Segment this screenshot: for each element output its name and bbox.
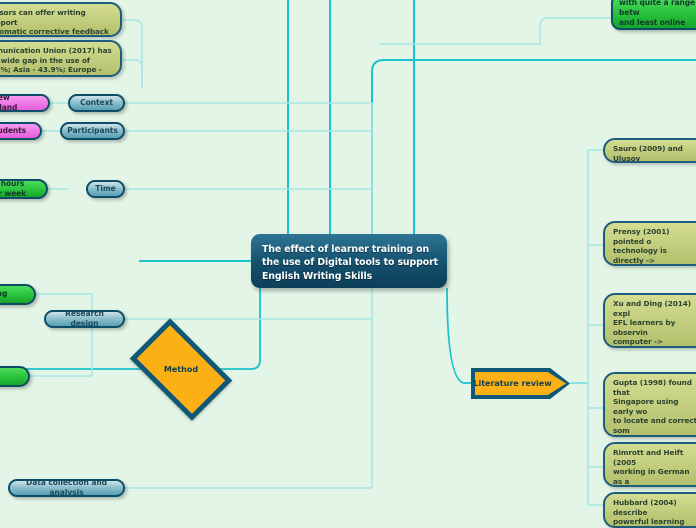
branch-method-label: Method: [163, 365, 199, 374]
connector-note-itu: [122, 59, 143, 88]
note-xu-ding[interactable]: Xu and Ding (2014) expl EFL learners by …: [603, 293, 696, 348]
branch-literature-review-label: Literature review: [473, 379, 552, 388]
branch-data-collection[interactable]: Data collection and analysis: [8, 478, 125, 497]
leaf-context-location[interactable]: n New Zealand: [0, 94, 50, 112]
note-rimrott-heift[interactable]: Rimrott and Heift (2005 working in Germa…: [603, 442, 696, 487]
leaf-design-involving[interactable]: olving: [0, 284, 36, 305]
mind-map-canvas: The effect of learner training on the us…: [0, 0, 696, 528]
leaf-design-writing[interactable]: ting: [0, 366, 30, 387]
connector-central-to-litreview: [446, 287, 472, 384]
branch-literature-review[interactable]: Literature review: [471, 368, 570, 399]
note-itu-gap[interactable]: mmunication Union (2017) has ng wide gap…: [0, 40, 122, 77]
connector-note-online: [400, 18, 612, 44]
note-sauro-ulusoy[interactable]: Sauro (2009) and Ulusoy on particular to…: [603, 138, 696, 163]
connector-note-online-line: [380, 17, 612, 45]
branch-context[interactable]: Context: [68, 94, 125, 112]
branch-method[interactable]: Method: [129, 318, 233, 421]
branch-time[interactable]: Time: [86, 180, 125, 198]
central-topic[interactable]: The effect of learner training on the us…: [251, 234, 447, 288]
leaf-time-hours[interactable]: 30 hours per week: [0, 179, 48, 199]
branch-research-design[interactable]: Research design: [44, 309, 125, 328]
connector-note-wordproc: [122, 19, 143, 88]
leaf-participants-students[interactable]: e students: [0, 122, 42, 140]
note-gupta[interactable]: Gupta (1998) found that Singapore using …: [603, 372, 696, 437]
branch-participants[interactable]: Participants: [60, 122, 125, 140]
note-prensky[interactable]: Prensy (2001) pointed o technology is di…: [603, 221, 696, 266]
note-hubbard[interactable]: Hubbard (2004) describe powerful learnin…: [603, 492, 696, 528]
note-online-activity[interactable]: with quite a range betw and least online…: [611, 0, 696, 30]
note-word-processors[interactable]: cessors can offer writing support automa…: [0, 2, 122, 37]
